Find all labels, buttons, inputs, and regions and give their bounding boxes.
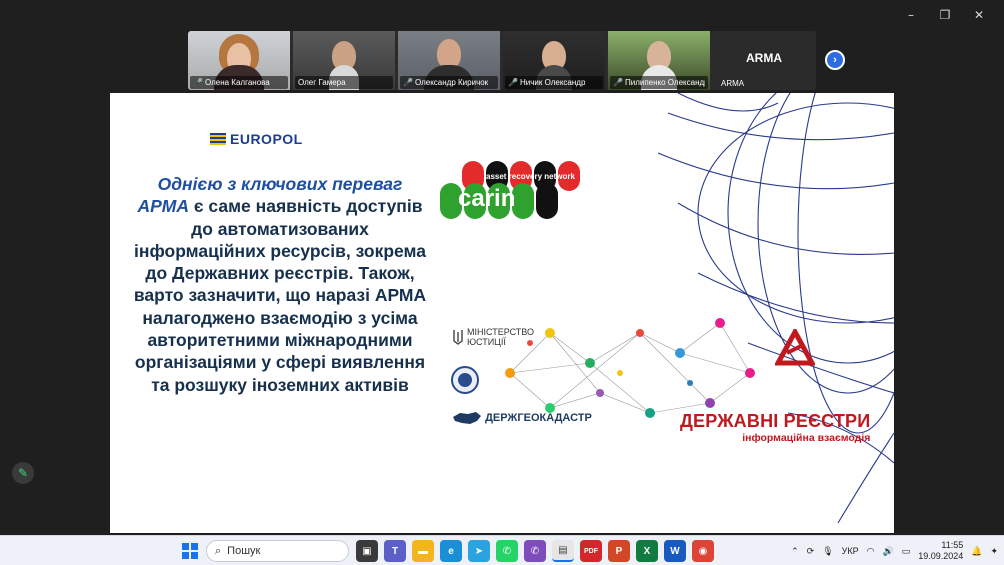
mic-muted-icon: 🎤 (613, 77, 623, 87)
carin-logo: carin asset recovery network (440, 161, 580, 219)
minimize-button[interactable]: – (894, 6, 928, 24)
edge-taskbar-icon[interactable]: e (440, 540, 462, 562)
teams-taskbar-icon[interactable]: T (384, 540, 406, 562)
explorer-taskbar-icon[interactable]: ▬ (412, 540, 434, 562)
ukraine-map-icon (453, 412, 481, 424)
system-tray: ⌃ ⟳ 🎙 УКР ◠ 🔊 ▭ 11:55 19.09.2024 🔔 ✦ (791, 536, 998, 565)
clock[interactable]: 11:55 19.09.2024 (918, 540, 963, 562)
participant-tile-no-video[interactable]: ARMA ARMA (713, 31, 815, 90)
battery-icon[interactable]: ▭ (902, 546, 911, 557)
participant-name: Олег Гамера (298, 78, 346, 87)
participant-name: Олена Калганова (204, 78, 270, 87)
taskbar-apps: ▣ T ▬ e ➤ ✆ ✆ ▤ PDF P X W ◉ (356, 540, 714, 562)
search-icon: ⌕ (215, 544, 222, 557)
chevron-up-icon[interactable]: ⌃ (791, 546, 799, 557)
powerpoint-taskbar-icon[interactable]: P (608, 540, 630, 562)
carin-word: carin (458, 185, 515, 212)
taskview-taskbar-icon[interactable]: ▣ (356, 540, 378, 562)
participant-tile[interactable]: 🎤 Пилипенко Олександр (608, 31, 710, 90)
slide-text-rest: є саме наявність доступів до автоматизов… (133, 196, 427, 395)
participant-name: Пилипенко Олександр (624, 78, 705, 87)
taskbar-search[interactable]: ⌕ Пошук (206, 540, 349, 562)
window-controls: – ❐ ✕ (894, 6, 996, 24)
participant-strip: 🎤 Олена Калганова Олег Гамера 🎤 Олександр … (188, 31, 816, 90)
notifications-bell-icon[interactable]: 🔔 (971, 546, 982, 557)
seal-emblem-icon (451, 366, 479, 394)
participant-name: ARMA (721, 79, 745, 88)
excel-taskbar-icon[interactable]: X (636, 540, 658, 562)
mic-muted-icon: 🎤 (403, 77, 413, 87)
microphone-icon[interactable]: 🎙 (822, 546, 833, 557)
participant-tile-speaking[interactable]: Олег Гамера (293, 31, 395, 90)
carin-tagline: asset recovery network (486, 172, 575, 181)
state-registries-caption: ДЕРЖАВНІ РЕЄСТРИ інформаційна взаємодія (680, 411, 871, 444)
shared-slide: EUROPOL Однією з ключових переваг АРМА є… (110, 93, 894, 533)
participant-tile[interactable]: 🎤 Ничик Олександр (503, 31, 605, 90)
chrome-taskbar-icon[interactable]: ◉ (692, 540, 714, 562)
europol-flag-icon (210, 133, 226, 145)
pen-icon[interactable]: ✎ (12, 462, 34, 484)
telegram-taskbar-icon[interactable]: ➤ (468, 540, 490, 562)
europol-logo: EUROPOL (210, 131, 303, 147)
restore-button[interactable]: ❐ (928, 6, 962, 24)
copilot-icon[interactable]: ✦ (990, 546, 998, 557)
mic-muted-icon: 🎤 (193, 77, 203, 87)
viber-taskbar-icon[interactable]: ✆ (524, 540, 546, 562)
wifi-icon[interactable]: ◠ (867, 546, 875, 557)
slide-body-text: Однією з ключових переваг АРМА є саме на… (130, 173, 430, 396)
participant-initials: ARMA (746, 51, 782, 65)
word-taskbar-icon[interactable]: W (664, 540, 686, 562)
sync-icon[interactable]: ⟳ (807, 546, 815, 557)
start-windows-icon[interactable] (182, 543, 198, 559)
pdf-taskbar-icon[interactable]: PDF (580, 540, 602, 562)
trident-icon (453, 330, 463, 345)
mic-muted-icon: 🎤 (508, 77, 518, 87)
close-button[interactable]: ✕ (962, 6, 996, 24)
keyboard-language[interactable]: УКР (842, 546, 859, 556)
volume-icon[interactable]: 🔊 (882, 546, 893, 557)
whatsapp-taskbar-icon[interactable]: ✆ (496, 540, 518, 562)
next-participants-button[interactable]: › (825, 50, 845, 70)
taskbar: ⌕ Пошук ▣ T ▬ e ➤ ✆ ✆ ▤ PDF P X W ◉ ⌃ ⟳ 🎙 УКР ◠ 🔊 ▭ … (0, 535, 1004, 565)
participant-name: Олександр Киричок (414, 78, 489, 87)
notepad-taskbar-icon[interactable]: ▤ (552, 540, 574, 562)
participant-name: Ничик Олександр (519, 78, 586, 87)
participant-tile[interactable]: 🎤 Олена Калганова (188, 31, 290, 90)
registries-emblem-icon (775, 329, 815, 366)
participant-tile[interactable]: 🎤 Олександр Киричок (398, 31, 500, 90)
